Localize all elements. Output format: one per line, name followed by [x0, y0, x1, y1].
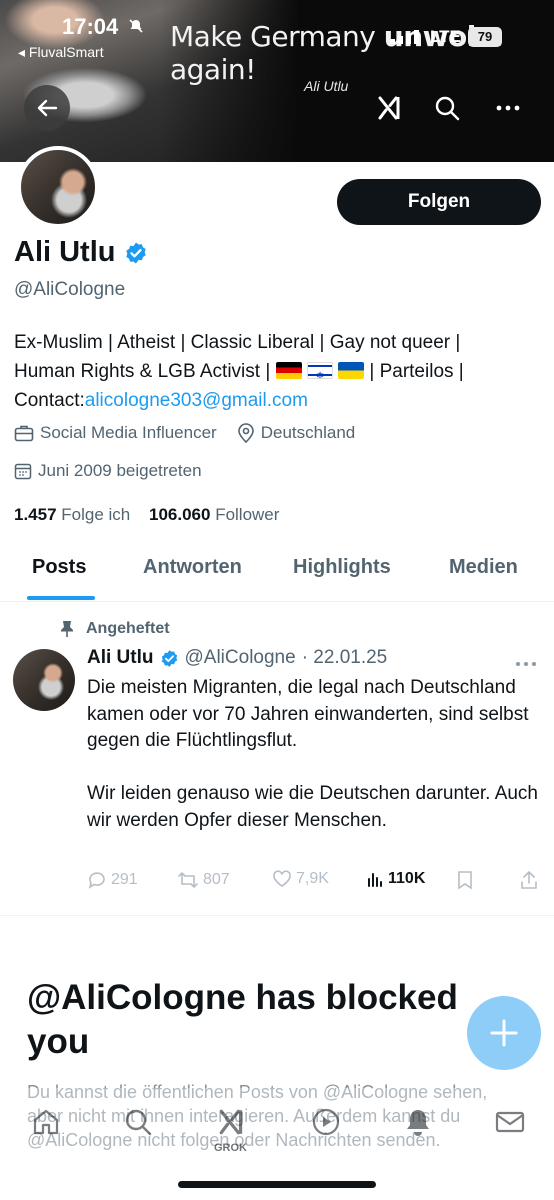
- follow-stats: 1.457 Folge ich 106.060 Follower: [14, 505, 279, 525]
- tweet-actions: 291 807 7,9K 110K: [0, 868, 554, 896]
- following-link[interactable]: 1.457 Folge ich: [14, 505, 130, 524]
- calendar-icon: [14, 463, 32, 480]
- reply-icon: [88, 872, 105, 889]
- tab-highlights[interactable]: Highlights: [293, 556, 391, 579]
- profile-category: Social Media Influencer: [40, 423, 217, 442]
- nav-grok[interactable]: [212, 1102, 252, 1142]
- profile-joined: Juni 2009 beigetreten: [38, 461, 202, 480]
- search-button[interactable]: [427, 88, 467, 128]
- more-options-button[interactable]: [488, 88, 528, 128]
- profile-avatar[interactable]: [17, 146, 99, 228]
- pin-icon: [61, 621, 73, 637]
- network-label: LTE: [430, 27, 461, 46]
- profile-joined-row: Juni 2009 beigetreten: [14, 461, 202, 481]
- tweet-text[interactable]: Die meisten Migranten, die legal nach De…: [87, 675, 547, 834]
- blocked-title: @AliCologne has blocked you: [27, 978, 458, 1061]
- repost-button[interactable]: 807: [177, 870, 230, 890]
- divider: [0, 915, 554, 916]
- verified-badge-icon[interactable]: [124, 241, 148, 265]
- grok-button[interactable]: [370, 88, 410, 128]
- arrow-left-icon: [37, 99, 58, 117]
- reply-button[interactable]: 291: [87, 870, 138, 890]
- back-button[interactable]: [24, 85, 70, 131]
- follow-button[interactable]: Folgen: [337, 179, 541, 225]
- signal-icon: [390, 30, 424, 49]
- bookmark-icon: [458, 871, 472, 890]
- tweet-header: Ali Utlu @AliCologne · 22.01.25: [87, 647, 387, 669]
- search-icon: [435, 96, 460, 121]
- envelope-icon: [495, 1111, 525, 1133]
- plus-icon: [490, 1019, 518, 1047]
- tab-media[interactable]: Medien: [449, 556, 518, 579]
- nav-video[interactable]: [306, 1102, 346, 1142]
- battery-icon: 79: [468, 27, 502, 47]
- location-pin-icon: [237, 423, 254, 443]
- followers-link[interactable]: 106.060 Follower: [149, 505, 279, 524]
- nav-messages[interactable]: [490, 1102, 530, 1142]
- play-circle-icon: [312, 1108, 340, 1136]
- more-icon: [496, 105, 520, 111]
- profile-location: Deutschland: [260, 423, 356, 442]
- share-button[interactable]: [520, 870, 538, 890]
- profile-meta-row: Social Media Influencer Deutschland: [14, 423, 355, 443]
- tab-replies[interactable]: Antworten: [143, 556, 242, 579]
- bell-off-icon: [128, 18, 144, 39]
- bio-line: Human Rights & LGB Activist | | Parteilo…: [14, 357, 544, 386]
- views-button[interactable]: 110K: [366, 870, 425, 888]
- carrier-label: ◂ FluvalSmart: [18, 44, 104, 60]
- briefcase-icon: [14, 425, 34, 442]
- nav-notifications[interactable]: [398, 1102, 438, 1142]
- tweet-more-button[interactable]: [515, 650, 537, 673]
- views-count: 110K: [388, 870, 426, 887]
- compose-button[interactable]: [467, 996, 541, 1070]
- banner-signature: Ali Utlu: [304, 78, 349, 94]
- home-indicator: [178, 1181, 376, 1188]
- grok-label: GROK: [214, 1142, 247, 1154]
- repost-count: 807: [203, 871, 230, 888]
- grok-icon: [219, 1109, 243, 1135]
- bookmark-button[interactable]: [457, 870, 473, 890]
- bell-icon: [407, 1110, 429, 1136]
- germany-flag-icon: [275, 362, 302, 379]
- search-icon: [125, 1109, 152, 1136]
- home-icon: [33, 1109, 59, 1135]
- active-tab-indicator: [27, 596, 95, 600]
- tweet-avatar[interactable]: [13, 649, 75, 711]
- like-count: 7,9K: [296, 870, 329, 887]
- bio-line: Contact:alicologne303@gmail.com: [14, 390, 308, 411]
- views-chart-icon: [368, 873, 382, 887]
- israel-flag-icon: [306, 362, 333, 379]
- status-time: 17:04: [62, 14, 119, 39]
- share-icon: [521, 871, 537, 889]
- ukraine-flag-icon: [338, 362, 365, 379]
- tweet-author-handle: @AliCologne: [184, 647, 296, 668]
- profile-name-text: Ali Utlu: [14, 236, 116, 268]
- like-button[interactable]: 7,9K: [272, 870, 329, 888]
- profile-tabs: Posts Antworten Highlights Medien: [0, 548, 554, 602]
- profile-handle: @AliCologne: [14, 279, 126, 300]
- tweet-date: · 22.01.25: [301, 647, 388, 668]
- email-link[interactable]: alicologne303@gmail.com: [85, 390, 308, 411]
- more-icon: [516, 662, 536, 666]
- profile-bio: Ex-Muslim | Atheist | Classic Liberal | …: [14, 328, 544, 415]
- grok-icon: [378, 96, 400, 120]
- tab-posts[interactable]: Posts: [32, 556, 86, 579]
- bio-line: Ex-Muslim | Atheist | Classic Liberal | …: [14, 332, 461, 353]
- repost-icon: [178, 872, 198, 888]
- tweet-author-name[interactable]: Ali Utlu: [87, 647, 154, 669]
- verified-badge-icon: [161, 649, 177, 667]
- pinned-text: Angeheftet: [86, 620, 170, 637]
- heart-icon: [273, 870, 291, 887]
- reply-count: 291: [111, 871, 138, 888]
- profile-name: Ali Utlu: [14, 236, 148, 269]
- nav-search[interactable]: [118, 1102, 158, 1142]
- nav-home[interactable]: [26, 1102, 66, 1142]
- pinned-label: Angeheftet: [60, 620, 170, 638]
